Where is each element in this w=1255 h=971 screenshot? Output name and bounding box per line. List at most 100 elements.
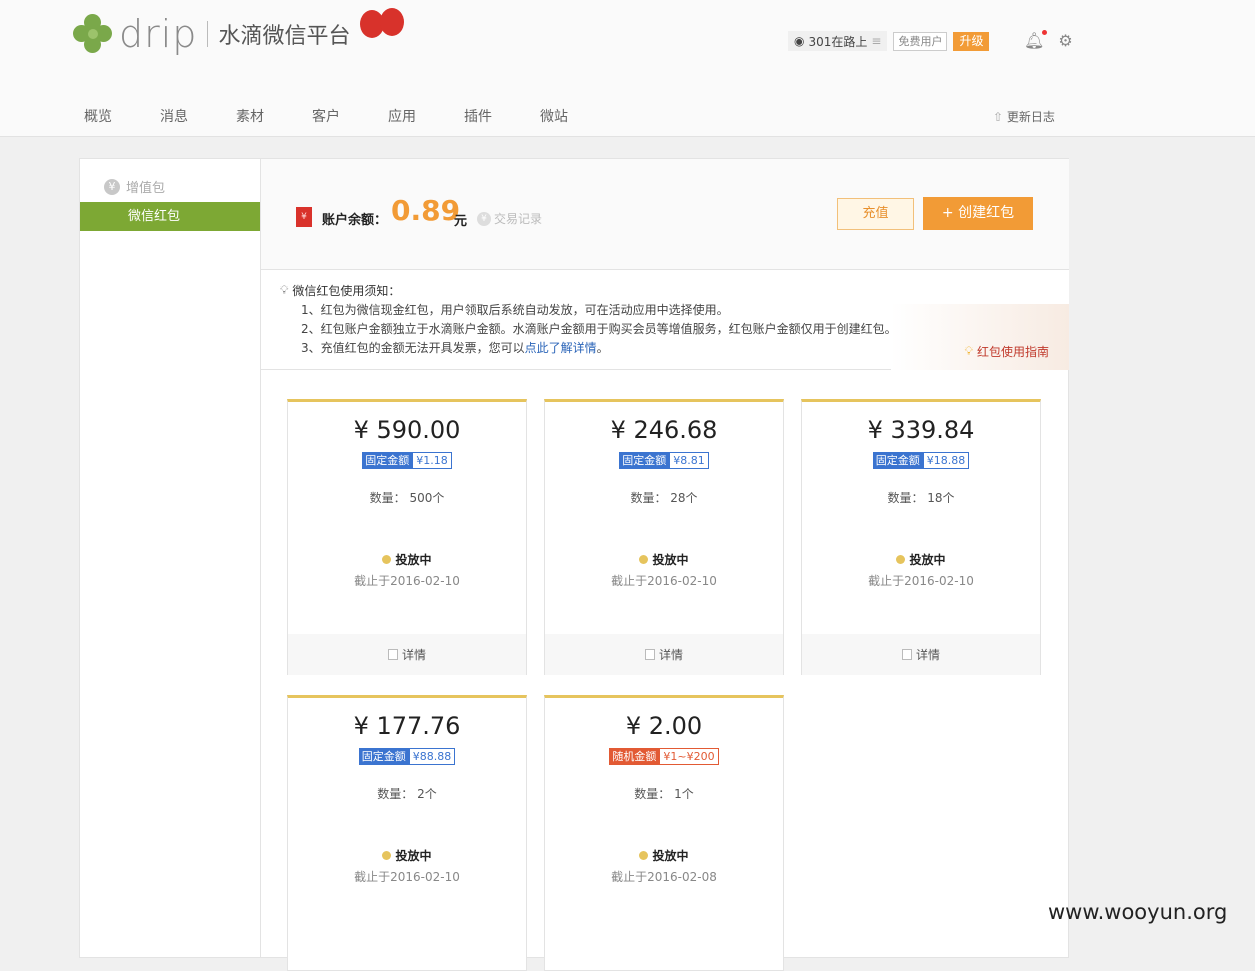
nav-overview[interactable]: 概览 <box>84 106 160 126</box>
lantern-decoration <box>330 0 440 60</box>
card-quantity: 数量： 18个 <box>887 491 955 505</box>
yen-circle-icon: ¥ <box>477 211 491 226</box>
details-button[interactable]: 详情 <box>802 634 1040 675</box>
clover-logo-icon <box>73 14 113 54</box>
card-tag: 固定金额 ¥1.18 <box>288 452 526 469</box>
plan-badge: 免费用户 <box>893 31 948 51</box>
status-label: 投放中 <box>652 553 689 567</box>
main-nav: 概览 消息 素材 客户 应用 插件 微站 <box>84 106 616 126</box>
notice-title-text: 微信红包使用须知： <box>292 284 401 298</box>
recharge-button[interactable]: 充值 <box>837 198 914 230</box>
amount-value-badge: ¥18.88 <box>922 452 970 469</box>
details-label: 详情 <box>401 648 426 662</box>
amount-type-badge: 固定金额 <box>872 452 923 469</box>
redpacket-icon: ¥ <box>296 207 312 227</box>
redpacket-card: ¥ 590.00 固定金额 ¥1.18 数量： 500个 投放中 截止于2016-… <box>287 399 527 675</box>
sidebar-group-label: 增值包 <box>126 181 166 196</box>
arrow-up-icon: ⇧ <box>993 110 1004 124</box>
notice-line-2: 2、红包账户金额独立于水滴账户金额。水滴账户金额用于购买会员等增值服务，红包账户… <box>301 322 897 336</box>
nav-materials[interactable]: 素材 <box>236 106 312 126</box>
status-dot-icon <box>382 851 392 860</box>
card-quantity: 数量： 500个 <box>369 491 445 505</box>
status-label: 投放中 <box>652 849 689 863</box>
notice-line-3-prefix: 3、充值红包的金额无法开具发票，您可以 <box>301 341 525 355</box>
card-amount: ¥ 2.00 <box>625 712 703 740</box>
notification-dot <box>1042 30 1048 35</box>
usage-notice: 💡︎ 微信红包使用须知： 1、红包为微信现金红包，用户领取后系统自动发放，可在活… <box>261 270 1069 370</box>
balance-unit: 元 <box>454 214 468 229</box>
amount-value-badge: ¥1.18 <box>412 452 452 469</box>
nav-apps[interactable]: 应用 <box>388 106 464 126</box>
status-dot-icon <box>639 851 649 860</box>
sidebar: ¥ 增值包 微信红包 <box>80 159 261 957</box>
notice-line-1: 1、红包为微信现金红包，用户领取后系统自动发放，可在活动应用中选择使用。 <box>301 303 729 317</box>
card-amount: ¥ 177.76 <box>353 712 461 740</box>
redpacket-card: ¥ 339.84 固定金额 ¥18.88 数量： 18个 投放中 截止于2016-… <box>801 399 1041 675</box>
transactions-label: 交易记录 <box>494 212 543 226</box>
amount-value-badge: ¥1~¥200 <box>659 748 719 765</box>
redpacket-card: ¥ 2.00 随机金额 ¥1~¥200 数量： 1个 投放中 截止于2016-02… <box>544 695 784 971</box>
document-icon <box>644 649 655 660</box>
card-status: 投放中 <box>288 847 526 864</box>
guide-link[interactable]: 💡︎ 红包使用指南 <box>965 343 1049 360</box>
brand-name: drip <box>119 12 198 56</box>
details-link[interactable]: 点此了解详情 <box>525 341 597 355</box>
changelog-link[interactable]: ⇧ 更新日志 <box>993 108 1055 125</box>
user-box: ◉ 301在路上 ≡ 免费用户 升级 <box>788 31 990 51</box>
card-status: 投放中 <box>545 847 783 864</box>
bell-icon[interactable]: 🔔︎ <box>1024 30 1048 50</box>
card-amount: ¥ 590.00 <box>353 416 461 444</box>
amount-type-badge: 固定金额 <box>619 452 670 469</box>
card-tag: 固定金额 ¥8.81 <box>545 452 783 469</box>
status-label: 投放中 <box>909 553 946 567</box>
card-deadline: 截止于2016-02-10 <box>354 870 460 884</box>
amount-value-badge: ¥8.81 <box>669 452 709 469</box>
sidebar-item-wechat-redpacket[interactable]: 微信红包 <box>80 202 260 231</box>
card-deadline: 截止于2016-02-10 <box>611 574 717 588</box>
guide-label: 红包使用指南 <box>976 345 1049 359</box>
guide-banner: 💡︎ 红包使用指南 <box>891 304 1069 370</box>
card-quantity: 数量： 2个 <box>377 787 437 801</box>
logo[interactable]: drip 水滴微信平台 <box>73 12 350 56</box>
details-button[interactable]: 详情 <box>288 634 526 675</box>
amount-type-badge: 固定金额 <box>358 748 409 765</box>
nav-microsite[interactable]: 微站 <box>540 106 616 126</box>
nav-plugins[interactable]: 插件 <box>464 106 540 126</box>
status-label: 投放中 <box>395 553 432 567</box>
money-bag-icon: ¥ <box>104 178 120 195</box>
status-label: 投放中 <box>395 849 432 863</box>
card-status: 投放中 <box>288 551 526 568</box>
content: ¥ 账户余额： 0.89 元 ¥ 交易记录 充值 + 创建红包 💡︎ 微信红包使… <box>261 159 1069 971</box>
main-panel: ¥ 增值包 微信红包 ¥ 账户余额： 0.89 元 ¥ 交易记录 充值 + 创建… <box>79 158 1069 971</box>
watermark: www.wooyun.org <box>1048 900 1228 924</box>
redpacket-card: ¥ 177.76 固定金额 ¥88.88 数量： 2个 投放中 截止于2016-0… <box>287 695 527 971</box>
balance-amount: 0.89 <box>391 194 461 227</box>
notice-line-3: 3、充值红包的金额无法开具发票，您可以点此了解详情。 <box>301 339 609 356</box>
nav-messages[interactable]: 消息 <box>160 106 236 126</box>
redpacket-card: ¥ 246.68 固定金额 ¥8.81 数量： 28个 投放中 截止于2016-0… <box>544 399 784 675</box>
status-dot-icon <box>639 555 649 564</box>
header: drip 水滴微信平台 ◉ 301在路上 ≡ 免费用户 升级 🔔︎ ⚙ 概览 消… <box>0 0 1255 137</box>
user-menu[interactable]: ◉ 301在路上 ≡ <box>788 31 888 51</box>
document-icon <box>901 649 912 660</box>
header-icons: 🔔︎ ⚙ <box>1024 30 1073 50</box>
card-quantity: 数量： 28个 <box>630 491 698 505</box>
card-status: 投放中 <box>802 551 1040 568</box>
card-quantity: 数量： 1个 <box>634 787 694 801</box>
card-amount: ¥ 339.84 <box>867 416 975 444</box>
balance-label: 账户余额： <box>322 213 388 228</box>
user-avatar-icon: ◉ <box>794 34 805 48</box>
bulb-icon: 💡︎ <box>964 344 973 358</box>
amount-type-badge: 固定金额 <box>362 452 413 469</box>
card-deadline: 截止于2016-02-10 <box>868 574 974 588</box>
details-button[interactable]: 详情 <box>545 634 783 675</box>
gear-icon[interactable]: ⚙ <box>1058 31 1072 50</box>
card-amount: ¥ 246.68 <box>610 416 718 444</box>
nav-customers[interactable]: 客户 <box>312 106 388 126</box>
transactions-link[interactable]: ¥ 交易记录 <box>477 210 542 227</box>
changelog-label: 更新日志 <box>1006 110 1055 124</box>
upgrade-button[interactable]: 升级 <box>953 31 990 51</box>
card-deadline: 截止于2016-02-08 <box>611 870 717 884</box>
logo-divider <box>207 21 209 47</box>
create-redpacket-button[interactable]: + 创建红包 <box>923 197 1033 230</box>
